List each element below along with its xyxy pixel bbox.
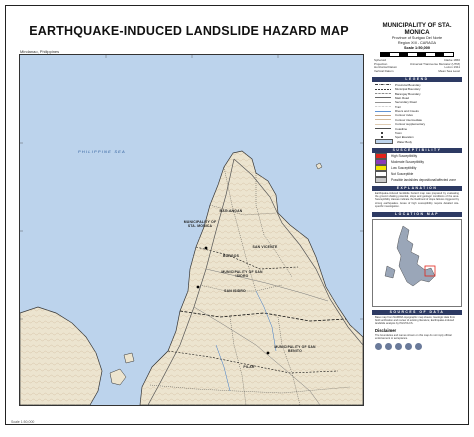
susceptibility-row: Possible landslides depositional/affecte… [372, 176, 462, 184]
agency-logos [372, 341, 462, 352]
map-frame: PHILIPPINE SEA MUNICIPALITY OF STA. MONI… [19, 54, 364, 406]
legend-symbol [375, 101, 391, 104]
disclaimer-text: The boundaries and names shown on this m… [375, 333, 452, 340]
municipality-label: MUNICIPALITY OF SAN BENITO [274, 345, 316, 353]
town-marker [196, 285, 200, 289]
town-marker [266, 351, 270, 355]
map-title: EARTHQUAKE-INDUCED LANDSLIDE HAZARD MAP [29, 24, 349, 38]
municipality-label: MUNICIPALITY OF STA. MONICA [183, 220, 217, 228]
municipality-name: MUNICIPALITY OF STA. MONICA [382, 22, 452, 36]
legend-symbol [375, 127, 391, 130]
susceptibility-label: High Susceptibility [391, 154, 418, 159]
legend-label: Main Road [395, 95, 409, 100]
legend-symbol [375, 139, 393, 145]
susceptibility-list: High Susceptibility Moderate Susceptibili… [372, 152, 462, 184]
legend-row: Water Body [375, 139, 459, 145]
explanation-text: Earthquake-induced landslide hazard map … [375, 192, 459, 208]
legend-list: Provincial Boundary Municipal Boundary Bar… [372, 82, 462, 145]
susceptibility-label: Not Susceptible [391, 172, 414, 177]
agency-logo [385, 343, 392, 351]
agency-logo [375, 343, 382, 351]
scale-bar [380, 52, 454, 58]
sources-text: Base map from NAMRIA topographic map she… [375, 316, 456, 326]
sea-label: PHILIPPINE SEA [78, 149, 126, 154]
region-name: Region XIII - CARAGA [397, 40, 437, 45]
legend-symbol [375, 118, 391, 121]
barangay-label: BAG-ANGAN [219, 209, 243, 213]
legend-label: Spot Elevation [395, 135, 414, 140]
legend-symbol [375, 105, 391, 108]
legend-label: Contour supplementary [395, 122, 426, 127]
scale-text: Scale 1:50,000 [404, 46, 430, 51]
legend-symbol [375, 132, 391, 135]
legend-label: Trail [395, 104, 401, 109]
legend-panel: MUNICIPALITY OF STA. MONICA Province of … [372, 22, 462, 417]
legend-label: Provincial Boundary [395, 82, 421, 87]
islet [109, 368, 127, 386]
legend-symbol [375, 114, 391, 117]
legend-symbol [375, 110, 391, 113]
legend-label: Contour intermediate [395, 117, 422, 122]
agency-logo [415, 343, 422, 351]
legend-symbol [375, 92, 391, 95]
legend-label: Secondary Road [395, 100, 417, 105]
legend-label: Coastline [395, 126, 408, 131]
agency-logo [405, 343, 412, 351]
islet [315, 162, 323, 170]
location-map-header: LOCATION MAP [372, 212, 462, 218]
susceptibility-label: Low Susceptibility [391, 166, 417, 171]
legend-label: Barangay Boundary [395, 91, 421, 96]
legend-label: Town [395, 131, 402, 136]
susceptibility-label: Moderate Susceptibility [391, 160, 424, 165]
legend-symbol [375, 123, 391, 126]
barangay-label: BURGOS [222, 254, 240, 258]
projection-info: Spheroid Clarke 1866 Projection Universal … [374, 58, 460, 73]
legend-label: Contour index [395, 113, 413, 118]
islet [123, 352, 135, 364]
map-footnote: Scale 1:50,000 [11, 420, 35, 424]
susceptibility-swatch [375, 176, 387, 184]
municipality-label: MUNICIPALITY OF SAN ISIDRO [221, 270, 263, 278]
legend-label: Water Body [397, 139, 412, 144]
legend-symbol [375, 96, 391, 99]
town-marker [204, 246, 208, 250]
legend-symbol [375, 83, 391, 86]
barangay-label: SAN VICENTE [252, 245, 278, 249]
legend-label: Municipal Boundary [395, 87, 421, 92]
philippines-outline [396, 225, 436, 287]
location-map [372, 219, 462, 308]
barangay-label: PILAR [243, 365, 255, 369]
legend-label: Rivers and Creeks [395, 109, 419, 114]
legend-symbol [375, 88, 391, 91]
susceptibility-label: Possible landslides depositional/affecte… [391, 178, 456, 183]
agency-logo [395, 343, 402, 351]
barangay-label: SAN ISIDRO [224, 289, 246, 293]
